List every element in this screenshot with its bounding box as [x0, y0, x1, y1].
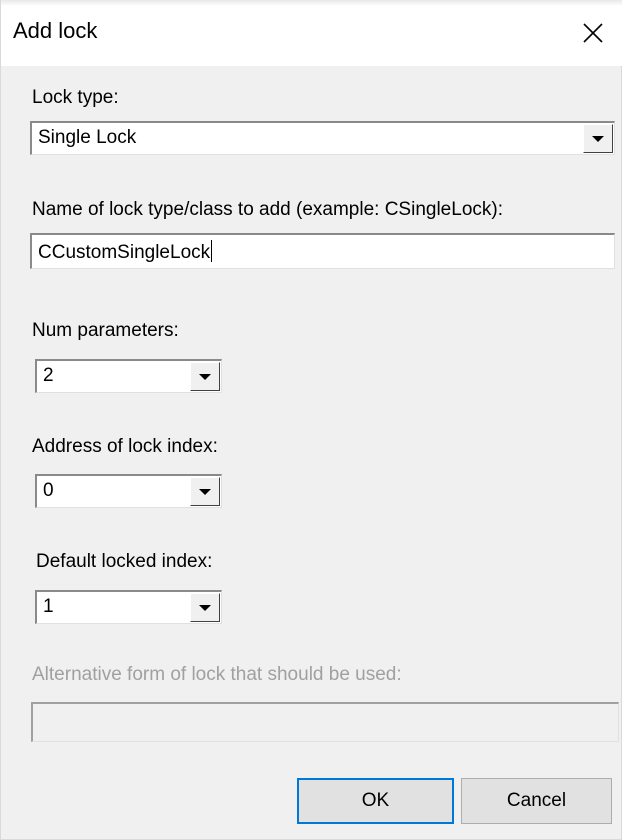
num-parameters-dropdown[interactable]: 2	[35, 359, 222, 393]
default-locked-index-dropdown-arrow[interactable]	[190, 593, 220, 622]
default-locked-index-label: Default locked index:	[36, 551, 213, 572]
lock-type-label: Lock type:	[32, 87, 119, 108]
lock-index-address-dropdown-arrow[interactable]	[190, 477, 220, 506]
cancel-button[interactable]: Cancel	[461, 778, 612, 824]
alternative-form-label: Alternative form of lock that should be …	[32, 664, 402, 685]
window-title: Add lock	[13, 18, 98, 43]
class-name-label: Name of lock type/class to add (example:…	[32, 199, 503, 220]
title-bar-top-edge	[1, 0, 622, 6]
num-parameters-dropdown-arrow[interactable]	[190, 362, 220, 391]
lock-index-address-dropdown[interactable]: 0	[35, 474, 222, 508]
close-icon	[583, 23, 603, 43]
ok-button[interactable]: OK	[297, 778, 454, 824]
title-bar[interactable]: Add lock	[1, 0, 622, 66]
default-locked-index-value: 1	[43, 596, 54, 617]
add-lock-dialog: Add lock Lock type: Single Lock Name of …	[0, 0, 622, 840]
alternative-form-input	[31, 702, 619, 742]
chevron-down-icon	[592, 135, 604, 142]
lock-index-address-label: Address of lock index:	[32, 436, 218, 457]
class-name-value: CCustomSingleLock	[38, 242, 211, 263]
class-name-value-wrapper: CCustomSingleLock	[38, 240, 213, 264]
lock-index-address-value: 0	[43, 480, 54, 501]
chevron-down-icon	[199, 373, 211, 380]
close-button[interactable]	[563, 0, 622, 66]
lock-type-dropdown-arrow[interactable]	[583, 124, 613, 153]
default-locked-index-dropdown[interactable]: 1	[35, 590, 222, 624]
num-parameters-value: 2	[43, 365, 54, 386]
chevron-down-icon	[199, 604, 211, 611]
num-parameters-label: Num parameters:	[32, 320, 179, 341]
chevron-down-icon	[199, 488, 211, 495]
class-name-input[interactable]: CCustomSingleLock	[30, 233, 615, 269]
text-caret	[211, 240, 213, 262]
lock-type-value: Single Lock	[38, 127, 137, 148]
lock-type-dropdown[interactable]: Single Lock	[30, 121, 615, 155]
